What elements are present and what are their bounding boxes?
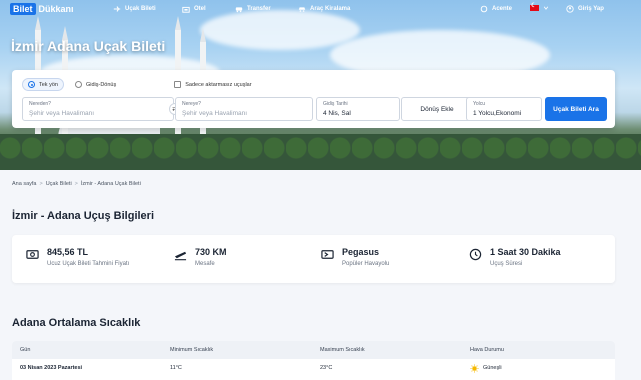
trip-one-way[interactable]: Tek yön (22, 78, 64, 91)
direct-only-checkbox[interactable] (174, 81, 182, 88)
nav-agency-link[interactable]: Acente (480, 5, 512, 13)
add-return-button[interactable]: Dönüş Ekle (401, 97, 473, 121)
trip-one-way-label: Tek yön (39, 81, 58, 88)
from-label: Nereden? (29, 101, 51, 107)
login-button[interactable]: Giriş Yap (566, 5, 604, 13)
cell-max: 23°C (320, 365, 333, 371)
from-field[interactable]: Nereden? Şehir veya Havalimanı (22, 97, 174, 121)
tr-flag-icon (530, 2, 539, 11)
flight-search-form: Tek yön Gidiş-Dönüş Sadece aktarmasız uç… (12, 70, 615, 128)
col-max: Maximum Sıcaklık (320, 347, 365, 353)
nav-item-label: Araç Kiralama (310, 6, 351, 12)
stat-value: Pegasus (342, 247, 380, 257)
nav-item-label: Uçak Bileti (125, 6, 156, 12)
col-weather: Hava Durumu (470, 347, 504, 353)
temperature-table: Gün Minimum Sıcaklık Maximum Sıcaklık Ha… (12, 341, 615, 380)
pax-label: Yolcu (473, 101, 486, 107)
login-label: Giriş Yap (578, 6, 604, 12)
language-selector[interactable] (530, 2, 549, 11)
radio-one-way[interactable] (28, 81, 35, 88)
cell-weather: Güneşli (470, 363, 502, 373)
stat-duration: 1 Saat 30 Dakika Uçuş Süresi (469, 247, 561, 267)
table-header: Gün Minimum Sıcaklık Maximum Sıcaklık Ha… (12, 341, 615, 359)
stat-label: Uçuş Süresi (490, 261, 523, 267)
nav-item-car-rental[interactable]: Araç Kiralama (298, 5, 350, 13)
stat-value: 730 KM (195, 247, 227, 257)
cell-day: 03 Nisan 2023 Pazartesi (20, 365, 83, 371)
transfer-icon (235, 7, 243, 13)
to-field[interactable]: Nereye? Şehir veya Havalimanı (175, 97, 313, 121)
top-nav: Bilet Dükkanı Uçak Bileti Otel Transfer … (0, 0, 641, 20)
breadcrumb-home[interactable]: Ana sayfa (12, 181, 36, 187)
nav-agency-label: Acente (492, 6, 513, 12)
hotel-icon (182, 6, 190, 13)
stat-label: Mesafe (195, 261, 215, 267)
stat-label: Popüler Havayolu (342, 261, 390, 267)
car-icon (298, 7, 306, 12)
stat-price: 845,56 TL Ucuz Uçak Bileti Tahmini Fiyat… (26, 247, 129, 267)
stat-airline: Pegasus Popüler Havayolu (321, 247, 389, 267)
cell-min: 11°C (170, 365, 182, 371)
breadcrumb-separator: > (74, 181, 78, 187)
pax-value: 1 Yolcu,Ekonomi (473, 110, 522, 117)
to-input[interactable]: Şehir veya Havalimanı (182, 110, 306, 117)
sun-icon (470, 363, 479, 373)
breadcrumb: Ana sayfa > Uçak Bileti > İzmir - Adana … (12, 181, 141, 187)
date-label: Gidiş Tarihi (323, 101, 348, 107)
stat-value: 845,56 TL (47, 247, 89, 257)
flight-info-card: 845,56 TL Ucuz Uçak Bileti Tahmini Fiyat… (12, 235, 615, 283)
col-day: Gün (20, 347, 31, 353)
cell-weather-label: Güneşli (483, 365, 502, 371)
trip-type-group: Tek yön Gidiş-Dönüş Sadece aktarmasız uç… (22, 78, 257, 91)
date-value: 4 Nis, Sal (323, 110, 351, 117)
trip-round[interactable]: Gidiş-Dönüş (70, 79, 121, 90)
user-icon (566, 5, 574, 13)
direct-only-option[interactable]: Sadece aktarmasız uçuşlar (169, 79, 256, 90)
clock-icon (469, 248, 482, 261)
col-min: Minimum Sıcaklık (170, 347, 214, 353)
page-title: İzmir Adana Uçak Bileti (11, 38, 166, 54)
logo[interactable]: Bilet Dükkanı (10, 3, 74, 15)
ticket-icon (321, 250, 334, 259)
from-input[interactable]: Şehir veya Havalimanı (29, 110, 167, 117)
departure-date-field[interactable]: Gidiş Tarihi 4 Nis, Sal (316, 97, 400, 121)
stat-label: Ucuz Uçak Bileti Tahmini Fiyatı (47, 261, 130, 267)
breadcrumb-current: İzmir - Adana Uçak Bileti (80, 181, 141, 187)
stat-value: 1 Saat 30 Dakika (490, 247, 561, 257)
info-title: İzmir - Adana Uçuş Bilgileri (12, 210, 155, 222)
agency-icon (480, 5, 488, 13)
money-icon (26, 250, 39, 259)
nav-item-transfer[interactable]: Transfer (235, 5, 271, 13)
nav-item-label: Otel (194, 6, 206, 12)
chevron-down-icon (543, 6, 549, 10)
breadcrumb-separator: > (39, 181, 43, 187)
nav-item-hotel[interactable]: Otel (182, 5, 206, 13)
temps-title: Adana Ortalama Sıcaklık (12, 317, 141, 329)
nav-item-label: Transfer (247, 6, 271, 12)
radio-round-trip[interactable] (74, 81, 82, 88)
direct-only-label: Sadece aktarmasız uçuşlar (185, 81, 252, 88)
to-label: Nereye? (182, 101, 201, 107)
breadcrumb-flights[interactable]: Uçak Bileti (46, 181, 72, 187)
nav-item-flights[interactable]: Uçak Bileti (113, 5, 156, 13)
table-row: 03 Nisan 2023 Pazartesi 11°C 23°C Güneşl… (12, 359, 615, 377)
passenger-field[interactable]: Yolcu 1 Yolcu,Ekonomi (466, 97, 542, 121)
logo-mark: Bilet (10, 3, 36, 15)
plane-takeoff-icon (174, 251, 187, 261)
search-flights-button[interactable]: Uçak Bileti Ara (545, 97, 607, 121)
plane-icon (113, 6, 121, 12)
trip-round-label: Gidiş-Dönüş (85, 81, 117, 88)
stat-distance: 730 KM Mesafe (174, 247, 227, 267)
logo-text: Dükkanı (38, 4, 74, 14)
